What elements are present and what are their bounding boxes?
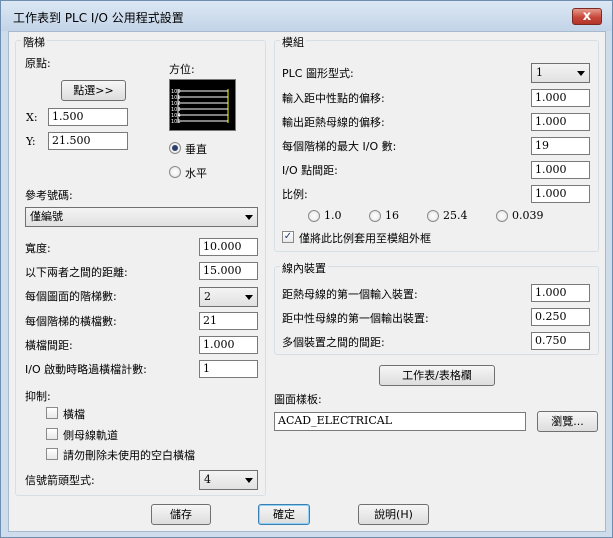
vertical-label: 垂直	[185, 143, 207, 156]
scale-input[interactable]: 1.000	[531, 185, 590, 203]
distance-input[interactable]: 15.000	[199, 262, 258, 280]
skip-rungs-label: I/O 啟動時略過橫檔計數:	[25, 363, 147, 376]
ladders-per-drawing-value: 2	[204, 290, 211, 303]
device-spacing-label: 多個裝置之間的間距:	[282, 336, 385, 349]
suppress-rails-checkbox[interactable]	[46, 428, 58, 440]
scale-outside-checkbox[interactable]: ✓	[282, 231, 294, 243]
first-output-input[interactable]: 0.250	[531, 308, 590, 326]
output-offset-label: 輸出距熱母線的偏移:	[282, 116, 385, 129]
first-input-input[interactable]: 1.000	[531, 284, 590, 302]
input-offset-label: 輸入距中性點的偏移:	[282, 92, 385, 105]
dialog-body: 階梯 原點: 點選>> X: 1.500 Y: 21.500 方位: 100 1…	[8, 31, 606, 532]
arrow-style-label: 信號箭頭型式:	[25, 474, 95, 487]
rungs-per-ladder-label: 每個階梯的橫檔數:	[25, 315, 117, 328]
pick-origin-button[interactable]: 點選>>	[61, 80, 126, 101]
keep-blank-rungs-checkbox[interactable]	[46, 448, 58, 460]
device-spacing-input[interactable]: 0.750	[531, 332, 590, 350]
distance-label: 以下兩者之間的距離:	[25, 266, 128, 279]
ladder-preview-image: 100 101 102 103 104 105	[169, 79, 236, 131]
scale-option-label: 25.4	[443, 209, 468, 222]
chevron-down-icon	[577, 71, 585, 76]
ok-button[interactable]: 確定	[258, 504, 310, 525]
reference-select[interactable]: 僅編號	[25, 207, 258, 227]
io-spacing-label: I/O 點間距:	[282, 164, 338, 177]
plc-style-select[interactable]: 1	[531, 63, 590, 83]
plc-style-label: PLC 圖形型式:	[282, 67, 354, 80]
preview-rung-number: 105	[171, 119, 181, 125]
title-bar[interactable]: 工作表到 PLC I/O 公用程式設置 x	[1, 1, 612, 31]
close-button[interactable]: x	[572, 8, 602, 25]
scale-option-label: 0.039	[512, 209, 544, 222]
dialog-title: 工作表到 PLC I/O 公用程式設置	[13, 11, 184, 25]
suppress-rungs-label: 橫檔	[63, 408, 85, 421]
horizontal-label: 水平	[185, 167, 207, 180]
suppress-rungs-checkbox[interactable]	[46, 407, 58, 419]
rung-spacing-input[interactable]: 1.000	[199, 336, 258, 354]
scale-option-radio[interactable]	[496, 210, 508, 222]
arrow-style-select[interactable]: 4	[199, 470, 258, 490]
output-offset-input[interactable]: 1.000	[531, 113, 590, 131]
help-button[interactable]: 說明(H)	[358, 504, 429, 525]
width-label: 寬度:	[25, 242, 51, 255]
scale-option-radio[interactable]	[427, 210, 439, 222]
first-output-label: 距中性母線的第一個輸出裝置:	[282, 312, 429, 325]
inline-devices-group-label: 線內裝置	[280, 260, 328, 276]
scale-outside-label: 僅將此比例套用至模組外框	[299, 232, 431, 245]
vertical-radio[interactable]	[169, 142, 181, 154]
spreadsheet-columns-button[interactable]: 工作表/表格欄	[379, 365, 495, 386]
rung-spacing-label: 橫檔間距:	[25, 339, 73, 352]
x-label: X:	[26, 111, 38, 124]
scale-option-label: 16	[385, 209, 399, 222]
rungs-per-ladder-input[interactable]: 21	[199, 312, 258, 330]
save-button[interactable]: 儲存	[151, 504, 211, 525]
skip-rungs-input[interactable]: 1	[199, 360, 258, 378]
first-input-label: 距熱母線的第一個輸入裝置:	[282, 288, 418, 301]
dialog-window: 工作表到 PLC I/O 公用程式設置 x 階梯 原點: 點選>> X: 1.5…	[0, 0, 613, 538]
scale-option-label: 1.0	[324, 209, 342, 222]
reference-label: 參考號碼:	[25, 189, 73, 202]
suppress-rails-label: 側母線軌道	[63, 429, 118, 442]
drawing-template-label: 圖面樣板:	[274, 393, 322, 406]
chevron-down-icon	[245, 215, 253, 220]
io-spacing-input[interactable]: 1.000	[531, 161, 590, 179]
ladder-group-label: 階梯	[21, 34, 47, 50]
ladders-per-drawing-label: 每個圖面的階梯數:	[25, 290, 117, 303]
chevron-down-icon	[245, 478, 253, 483]
suppress-label: 抑制:	[25, 390, 51, 403]
max-io-input[interactable]: 19	[531, 137, 590, 155]
horizontal-radio[interactable]	[169, 166, 181, 178]
keep-blank-rungs-label: 請勿刪除未使用的空白橫檔	[63, 449, 195, 462]
ladders-per-drawing-select[interactable]: 2	[199, 287, 258, 307]
orientation-label: 方位:	[169, 63, 195, 76]
width-input[interactable]: 10.000	[199, 238, 258, 256]
plc-style-value: 1	[536, 66, 543, 79]
scale-option-radio[interactable]	[308, 210, 320, 222]
scale-label: 比例:	[282, 188, 308, 201]
chevron-down-icon	[245, 295, 253, 300]
scale-option-radio[interactable]	[369, 210, 381, 222]
origin-label: 原點:	[25, 57, 51, 70]
arrow-style-value: 4	[204, 473, 211, 486]
module-group-label: 模組	[280, 34, 306, 50]
drawing-template-input[interactable]: ACAD_ELECTRICAL	[274, 412, 526, 431]
input-offset-input[interactable]: 1.000	[531, 89, 590, 107]
x-input[interactable]: 1.500	[48, 108, 128, 126]
ladder-preview-graphic: 100 101 102 103 104 105	[171, 89, 229, 125]
reference-select-value: 僅編號	[30, 210, 63, 223]
browse-button[interactable]: 瀏覽...	[537, 411, 598, 432]
max-io-label: 每個階梯的最大 I/O 數:	[282, 140, 397, 153]
y-input[interactable]: 21.500	[48, 132, 128, 150]
y-label: Y:	[26, 135, 36, 148]
